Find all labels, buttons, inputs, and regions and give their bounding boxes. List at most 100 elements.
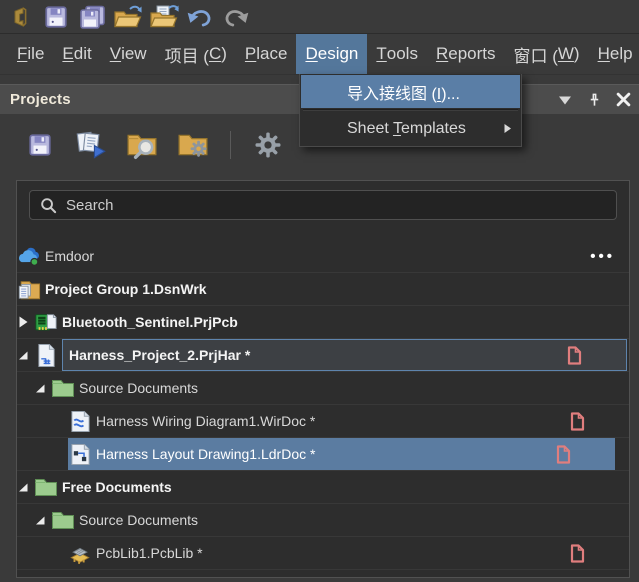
tree-row-harness-wiring-diagram[interactable]: Harness Wiring Diagram1.WirDoc * [17,405,629,438]
modified-doc-icon [556,445,571,464]
panel-title: Projects [10,91,71,108]
tree-row-box: Project Group 1.DsnWrk [45,273,629,305]
save-button[interactable] [41,2,71,32]
pin-icon [586,92,602,108]
expanded-arrow-icon[interactable] [17,481,34,493]
collapsed-arrow-icon[interactable] [17,315,34,329]
tree-row-free-documents[interactable]: Free Documents [17,471,629,504]
expanded-arrow-icon[interactable] [17,349,34,361]
search-placeholder: Search [66,197,114,214]
design-dropdown-menu: 导入接线图 (I)... Sheet Templates [299,74,522,147]
tree-row-box: Free Documents [62,471,629,503]
tree-row-box: PcbLib1.PcbLib * [96,537,629,569]
expanded-arrow-icon[interactable] [34,382,51,394]
modified-doc-icon [570,412,585,431]
tree-row-source-documents-1[interactable]: Source Documents [17,372,629,405]
menu-item-label: 导入接线图 (I)... [347,80,460,104]
wiring-doc-icon [68,410,92,433]
cloud-icon [17,245,41,268]
compile-button[interactable] [75,130,107,160]
redo-button[interactable] [221,2,251,32]
altium-logo-icon [5,2,35,32]
compile-documents-icon [75,130,107,160]
search-input[interactable]: Search [29,190,617,220]
tree-row-box: Harness Layout Drawing1.LdrDoc * [68,438,615,470]
open-document-button[interactable] [149,2,179,32]
panel-header-buttons [557,92,631,108]
menu-reports[interactable]: Reports [427,34,505,74]
projects-tree: Emdoor ••• Project Group 1.DsnWrk Bluetooth… [17,240,629,570]
tree-row-harness-project-2[interactable]: Harness_Project_2.PrjHar * [17,339,629,372]
tree-row-label: Project Group 1.DsnWrk [45,281,207,297]
tree-row-label: Source Documents [79,512,198,528]
panel-menu-button[interactable] [557,92,573,108]
open-folder-icon [113,2,143,32]
menu-design[interactable]: Design [296,34,367,74]
pcblib-icon [68,542,92,565]
menu-item-import-wiring-diagram[interactable]: 导入接线图 (I)... [301,75,520,108]
menu-place[interactable]: Place [236,34,297,74]
menu-view[interactable]: View [101,34,156,74]
save-project-button[interactable] [24,130,56,160]
tree-row-box: Source Documents [79,372,629,404]
tree-row-label: Bluetooth_Sentinel.PrjPcb [62,314,238,330]
projects-panel: Projects Search Emdoor ••• Project Group 1… [0,84,639,582]
expanded-arrow-icon[interactable] [34,514,51,526]
menu-separator [303,109,518,111]
tree-row-pcblib1[interactable]: PcbLib1.PcbLib * [17,537,629,570]
open-document-icon [149,2,179,32]
project-options-button[interactable] [177,130,209,160]
menu-item-label: Sheet Templates [347,120,466,138]
tree-row-label: PcbLib1.PcbLib * [96,545,203,561]
tree-row-label: Emdoor [45,248,94,264]
menu-window[interactable]: 窗口 (W) [504,34,588,74]
submenu-arrow-icon [503,123,512,134]
folder-icon [51,509,75,532]
open-button[interactable] [113,2,143,32]
tree-row-emdoor[interactable]: Emdoor ••• [17,240,629,273]
menu-tools[interactable]: Tools [367,34,427,74]
panel-close-button[interactable] [615,92,631,108]
folder-settings-icon [177,130,209,160]
close-icon [615,92,631,108]
search-folder-icon [126,130,158,160]
menu-item-sheet-templates[interactable]: Sheet Templates [301,112,520,145]
tree-row-label: Source Documents [79,380,198,396]
folder-icon [51,377,75,400]
toolbar-separator [230,131,231,159]
folder-icon [34,476,58,499]
more-options-button[interactable]: ••• [590,248,615,265]
tree-row-box: Emdoor ••• [45,240,629,272]
save-all-icon [77,2,107,32]
tree-row-box: Harness Wiring Diagram1.WirDoc * [96,405,629,437]
menu-edit[interactable]: Edit [53,34,100,74]
panel-pin-button[interactable] [586,92,602,108]
tree-row-box: Harness_Project_2.PrjHar * [62,339,627,371]
settings-gear-icon [252,130,284,160]
undo-button[interactable] [185,2,215,32]
altium-home-button[interactable] [5,2,35,32]
projects-tree-area: Search Emdoor ••• Project Group 1.DsnWrk Bl… [16,180,630,578]
save-icon [41,2,71,32]
menu-project[interactable]: 项目 (C) [156,34,236,74]
tree-row-project-group[interactable]: Project Group 1.DsnWrk [17,273,629,306]
chevron-down-icon [557,92,573,108]
tree-row-label: Harness Wiring Diagram1.WirDoc * [96,413,315,429]
menu-file[interactable]: File [8,34,53,74]
tree-row-source-documents-2[interactable]: Source Documents [17,504,629,537]
tree-row-box: Bluetooth_Sentinel.PrjPcb [62,306,629,338]
modified-doc-icon [567,346,582,365]
tree-row-harness-layout-drawing[interactable]: Harness Layout Drawing1.LdrDoc * [17,438,629,471]
pcb-project-icon [34,311,58,334]
tree-row-bluetooth-sentinel[interactable]: Bluetooth_Sentinel.PrjPcb [17,306,629,339]
explore-button[interactable] [126,130,158,160]
panel-settings-button[interactable] [252,130,284,160]
harness-project-icon [34,344,58,367]
tree-row-box: Source Documents [79,504,629,536]
tree-row-label: Harness_Project_2.PrjHar * [69,347,250,363]
tree-row-label: Harness Layout Drawing1.LdrDoc * [96,446,315,462]
tree-row-label: Free Documents [62,479,172,495]
menu-help[interactable]: Help [589,34,639,74]
save-all-button[interactable] [77,2,107,32]
project-group-icon [17,278,41,301]
